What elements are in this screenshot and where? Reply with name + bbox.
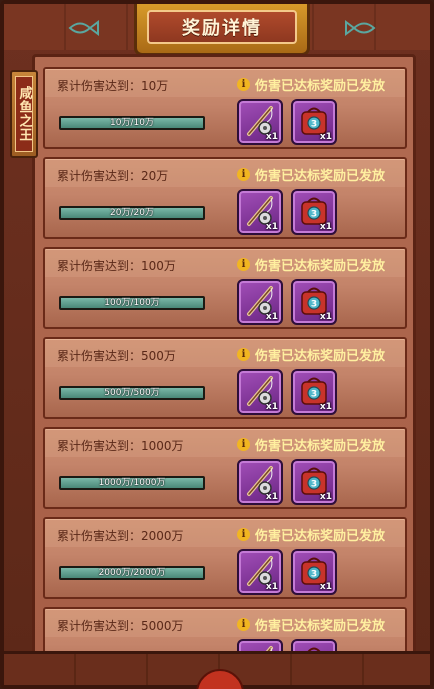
damage-condition: 累计伤害达到：500万 — [57, 349, 176, 363]
info-icon: i — [237, 348, 250, 361]
reward-item-fishing-rod[interactable]: x1 — [237, 189, 283, 235]
info-icon: i — [237, 78, 250, 91]
reward-card: 累计伤害达到：100万 i 伤害已达标奖励已发放 100万/100万 x1 3 … — [43, 247, 407, 329]
reward-item-fishing-rod[interactable]: x1 — [237, 369, 283, 415]
reward-status: i 伤害已达标奖励已发放 — [237, 345, 385, 364]
reward-item-red-bag[interactable]: 3 x1 — [291, 369, 337, 415]
progress-text: 20万/20万 — [110, 208, 154, 218]
tab-salted-fish-king[interactable]: 咸鱼之王 — [10, 70, 38, 158]
item-quantity: x1 — [265, 492, 278, 502]
reward-item-fishing-rod[interactable]: x1 — [237, 279, 283, 325]
progress-text: 100万/100万 — [104, 298, 160, 308]
reward-item-red-bag[interactable]: 3 x1 — [291, 459, 337, 505]
status-text: 伤害已达标奖励已发放 — [255, 259, 386, 274]
svg-text:3: 3 — [311, 300, 317, 310]
item-quantity: x1 — [319, 492, 332, 502]
progress-text: 2000万/2000万 — [98, 568, 166, 578]
damage-progress-bar: 20万/20万 — [59, 206, 205, 220]
info-icon: i — [237, 258, 250, 271]
svg-text:3: 3 — [311, 480, 317, 490]
reward-list: 累计伤害达到：10万 i 伤害已达标奖励已发放 10万/10万 x1 3 x1 … — [43, 67, 407, 655]
page-title: 奖励详情 — [147, 9, 297, 44]
damage-condition: 累计伤害达到：20万 — [57, 169, 169, 183]
reward-item-fishing-rod[interactable]: x1 — [237, 549, 283, 595]
item-quantity: x1 — [265, 402, 278, 412]
reward-status: i 伤害已达标奖励已发放 — [237, 435, 385, 454]
item-quantity: x1 — [319, 582, 332, 592]
reward-status: i 伤害已达标奖励已发放 — [237, 165, 385, 184]
item-quantity: x1 — [265, 582, 278, 592]
damage-condition: 累计伤害达到：5000万 — [57, 619, 184, 633]
damage-condition: 累计伤害达到：1000万 — [57, 439, 184, 453]
damage-progress-bar: 1000万/1000万 — [59, 476, 205, 490]
damage-progress-bar: 2000万/2000万 — [59, 566, 205, 580]
reward-card: 累计伤害达到：10万 i 伤害已达标奖励已发放 10万/10万 x1 3 x1 — [43, 67, 407, 149]
status-text: 伤害已达标奖励已发放 — [255, 619, 386, 634]
reward-details-window: 奖励详情 咸鱼之王 累计伤害达到：10万 i 伤害已达标奖励已发放 10万/10… — [0, 0, 434, 689]
damage-progress-bar: 100万/100万 — [59, 296, 205, 310]
item-quantity: x1 — [319, 132, 332, 142]
title-banner: 奖励详情 — [134, 4, 310, 56]
damage-condition: 累计伤害达到：10万 — [57, 79, 169, 93]
reward-item-red-bag[interactable]: 3 x1 — [291, 279, 337, 325]
info-icon: i — [237, 618, 250, 631]
close-knob[interactable] — [196, 669, 244, 689]
item-quantity: x1 — [319, 222, 332, 232]
progress-text: 500万/500万 — [104, 388, 160, 398]
item-quantity: x1 — [265, 222, 278, 232]
fish-icon — [345, 20, 376, 36]
reward-card: 累计伤害达到：20万 i 伤害已达标奖励已发放 20万/20万 x1 3 x1 — [43, 157, 407, 239]
svg-text:3: 3 — [311, 390, 317, 400]
fish-icon — [68, 20, 99, 36]
status-text: 伤害已达标奖励已发放 — [255, 529, 386, 544]
progress-text: 1000万/1000万 — [98, 478, 166, 488]
info-icon: i — [237, 528, 250, 541]
reward-item-red-bag[interactable]: 3 x1 — [291, 549, 337, 595]
status-text: 伤害已达标奖励已发放 — [255, 169, 386, 184]
reward-status: i 伤害已达标奖励已发放 — [237, 255, 385, 274]
tab-label: 咸鱼之王 — [15, 76, 33, 152]
reward-status: i 伤害已达标奖励已发放 — [237, 615, 385, 634]
reward-item-fishing-rod[interactable]: x1 — [237, 99, 283, 145]
item-quantity: x1 — [319, 312, 332, 322]
reward-item-red-bag[interactable]: 3 x1 — [291, 99, 337, 145]
svg-text:3: 3 — [311, 210, 317, 220]
info-icon: i — [237, 438, 250, 451]
damage-progress-bar: 500万/500万 — [59, 386, 205, 400]
reward-item-red-bag[interactable]: 3 x1 — [291, 189, 337, 235]
status-text: 伤害已达标奖励已发放 — [255, 79, 386, 94]
reward-list-panel[interactable]: 累计伤害达到：10万 i 伤害已达标奖励已发放 10万/10万 x1 3 x1 … — [32, 54, 416, 658]
status-text: 伤害已达标奖励已发放 — [255, 439, 386, 454]
info-icon: i — [237, 168, 250, 181]
damage-condition: 累计伤害达到：100万 — [57, 259, 176, 273]
damage-progress-bar: 10万/10万 — [59, 116, 205, 130]
reward-item-fishing-rod[interactable]: x1 — [237, 459, 283, 505]
reward-card: 累计伤害达到：1000万 i 伤害已达标奖励已发放 1000万/1000万 x1 — [43, 427, 407, 509]
reward-status: i 伤害已达标奖励已发放 — [237, 75, 385, 94]
damage-condition: 累计伤害达到：2000万 — [57, 529, 184, 543]
status-text: 伤害已达标奖励已发放 — [255, 349, 386, 364]
svg-text:3: 3 — [311, 120, 317, 130]
svg-text:3: 3 — [311, 570, 317, 580]
item-quantity: x1 — [265, 312, 278, 322]
reward-status: i 伤害已达标奖励已发放 — [237, 525, 385, 544]
item-quantity: x1 — [319, 402, 332, 412]
bottom-bar — [4, 651, 430, 689]
reward-card: 累计伤害达到：2000万 i 伤害已达标奖励已发放 2000万/2000万 x1 — [43, 517, 407, 599]
item-quantity: x1 — [265, 132, 278, 142]
reward-card: 累计伤害达到：500万 i 伤害已达标奖励已发放 500万/500万 x1 3 … — [43, 337, 407, 419]
progress-text: 10万/10万 — [110, 118, 154, 128]
